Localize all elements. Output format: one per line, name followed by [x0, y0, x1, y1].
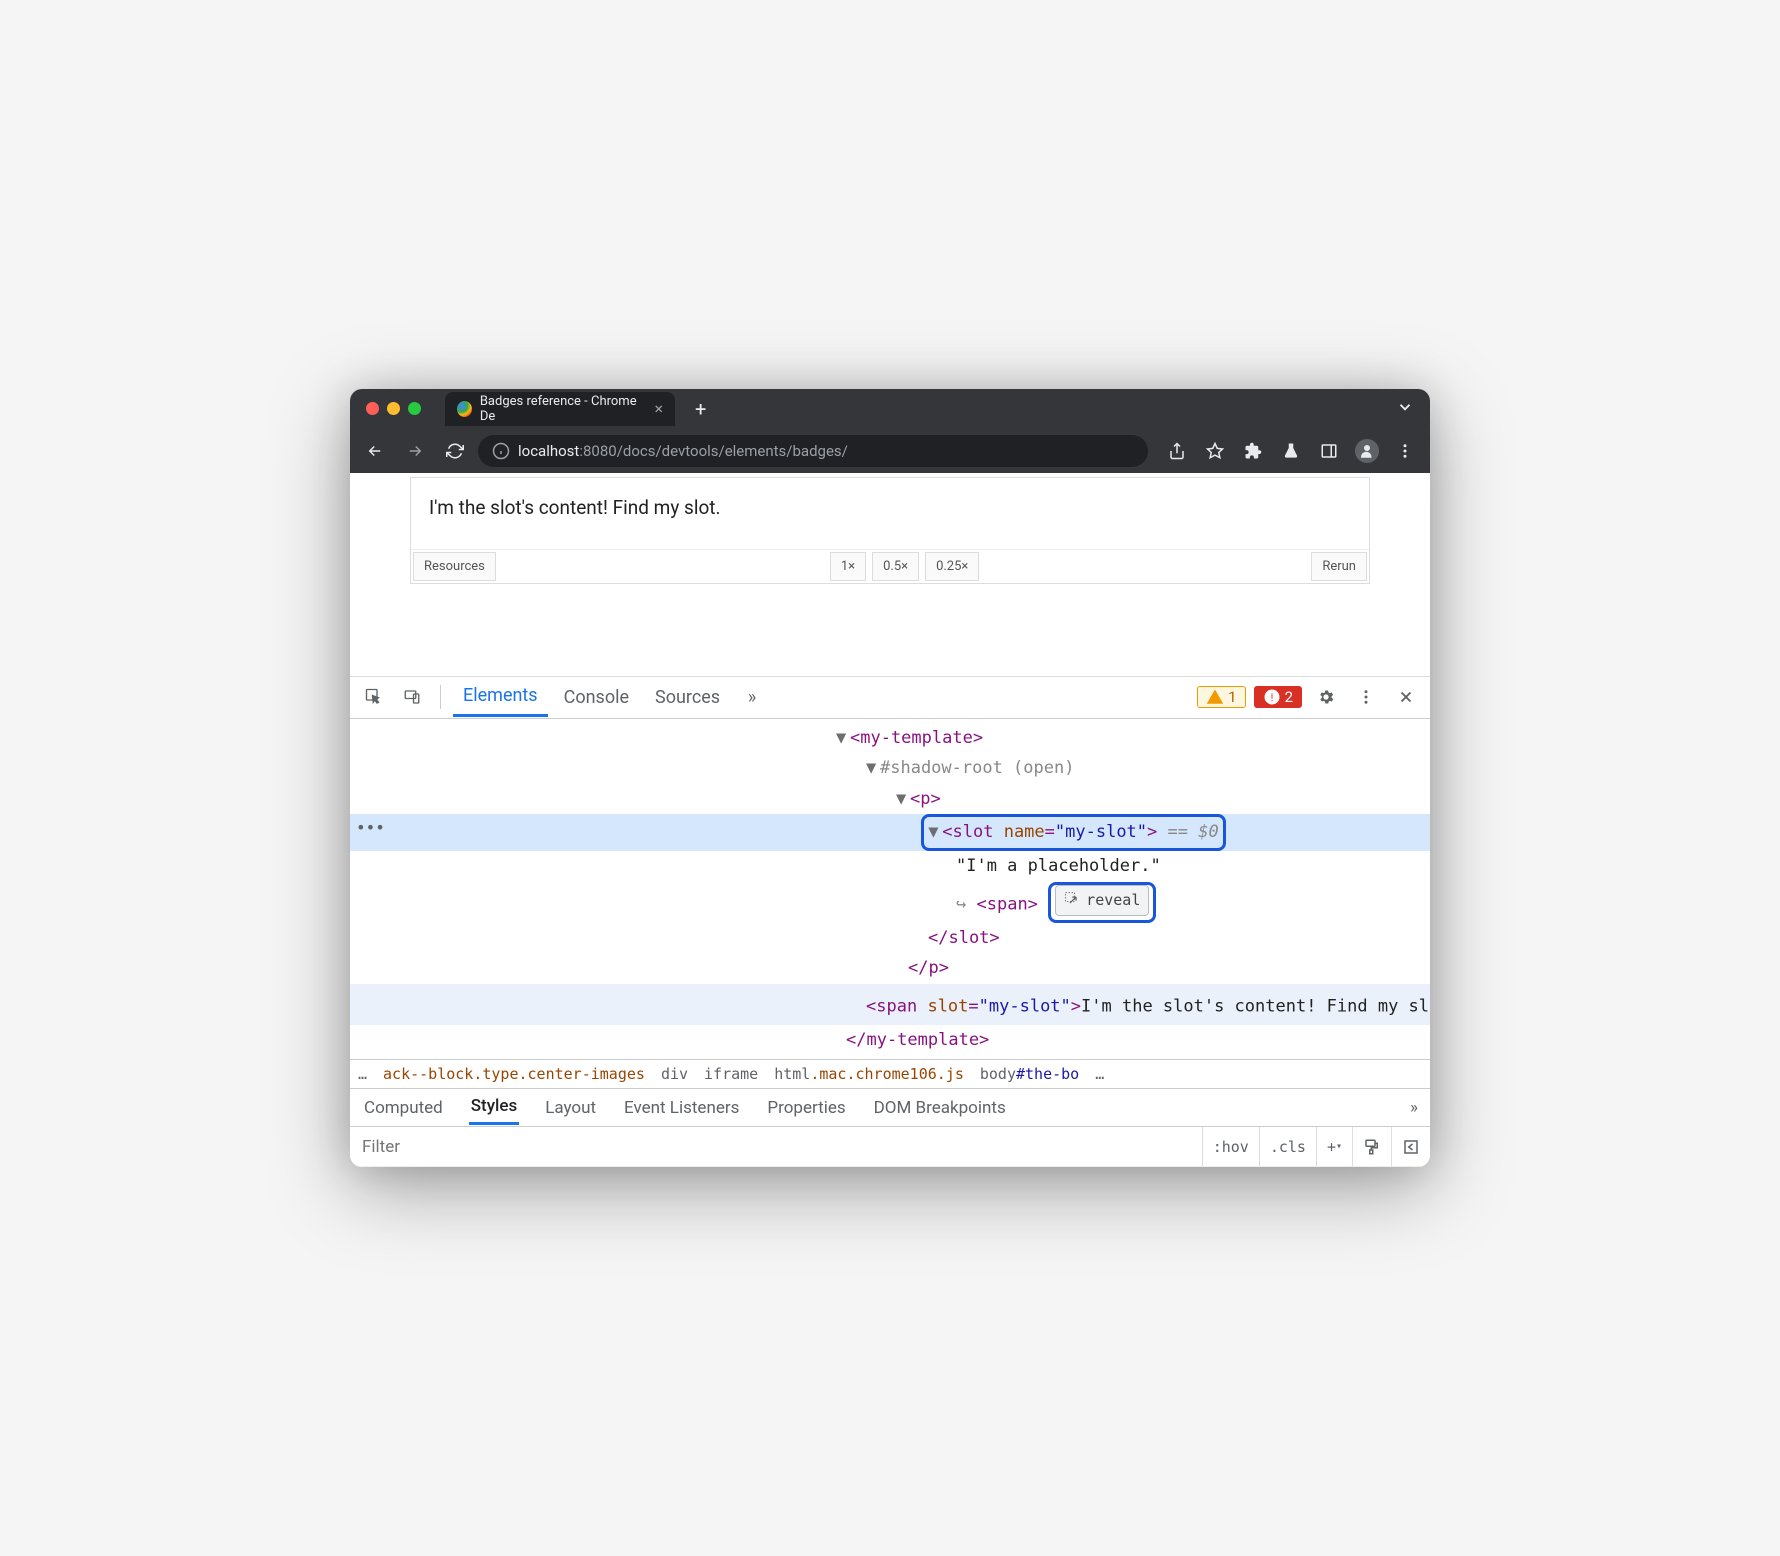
styles-controls: :hov .cls +▾: [350, 1127, 1430, 1167]
console-tab[interactable]: Console: [554, 679, 639, 716]
devtools-menu-icon[interactable]: [1350, 681, 1382, 713]
expand-arrow-icon[interactable]: ▼: [896, 784, 910, 815]
zoom-05x-button[interactable]: 0.5×: [872, 552, 919, 581]
resources-button[interactable]: Resources: [413, 552, 496, 581]
maximize-window-button[interactable]: [408, 402, 421, 415]
dom-node[interactable]: ▼<p>: [350, 784, 1430, 815]
info-icon: [492, 442, 510, 460]
collapse-icon[interactable]: [1391, 1127, 1430, 1166]
event-listeners-tab[interactable]: Event Listeners: [622, 1092, 741, 1124]
demo-controls: Resources 1× 0.5× 0.25× Rerun: [411, 549, 1369, 583]
dom-breakpoints-tab[interactable]: DOM Breakpoints: [872, 1092, 1008, 1124]
breadcrumb-item[interactable]: div: [661, 1065, 688, 1083]
bookmark-icon[interactable]: [1198, 434, 1232, 468]
dom-node[interactable]: </p>: [350, 953, 1430, 984]
forward-button[interactable]: [398, 434, 432, 468]
browser-toolbar: localhost:8080/docs/devtools/elements/ba…: [350, 429, 1430, 473]
breadcrumb-item[interactable]: html.mac.chrome106.js: [774, 1065, 964, 1083]
warnings-badge[interactable]: 1: [1197, 686, 1245, 708]
layout-tab[interactable]: Layout: [543, 1092, 598, 1124]
expand-arrow-icon[interactable]: ▼: [866, 753, 880, 784]
tab-dropdown-icon[interactable]: [1396, 398, 1414, 420]
share-icon[interactable]: [1160, 434, 1194, 468]
dom-node[interactable]: ▼<my-template>: [350, 723, 1430, 754]
computed-tab[interactable]: Computed: [362, 1092, 445, 1124]
panel-icon[interactable]: [1312, 434, 1346, 468]
dom-node-selected[interactable]: ••• ▼<slot name="my-slot"> == $0: [350, 814, 1430, 851]
device-toggle-icon[interactable]: [396, 681, 428, 713]
devtools-close-icon[interactable]: [1390, 681, 1422, 713]
extensions-icon[interactable]: [1236, 434, 1270, 468]
dom-node[interactable]: </slot>: [350, 923, 1430, 954]
highlighted-slot-element: ▼<slot name="my-slot"> == $0: [921, 814, 1225, 851]
zoom-1x-button[interactable]: 1×: [830, 552, 866, 581]
devtools-tabbar: Elements Console Sources » 1 !2: [350, 677, 1430, 719]
more-styles-tabs-icon[interactable]: »: [1410, 1098, 1418, 1118]
dom-node[interactable]: "I'm a placeholder.": [350, 851, 1430, 882]
sources-tab[interactable]: Sources: [645, 679, 730, 716]
properties-tab[interactable]: Properties: [765, 1092, 847, 1124]
demo-box: I'm the slot's content! Find my slot. Re…: [410, 477, 1370, 584]
dom-node[interactable]: ▼#shadow-root (open): [350, 753, 1430, 784]
dom-node[interactable]: </my-template>: [350, 1025, 1430, 1056]
browser-tab[interactable]: Badges reference - Chrome De ×: [445, 392, 675, 426]
styles-filter-input[interactable]: [350, 1137, 1202, 1157]
hov-button[interactable]: :hov: [1202, 1127, 1259, 1166]
breadcrumb-item[interactable]: iframe: [704, 1065, 758, 1083]
zoom-025x-button[interactable]: 0.25×: [925, 552, 979, 581]
back-button[interactable]: [358, 434, 392, 468]
breadcrumb-ellipsis[interactable]: …: [358, 1065, 367, 1083]
traffic-lights: [366, 402, 421, 415]
page-content: I'm the slot's content! Find my slot. Re…: [350, 477, 1430, 677]
devtools-panel: Elements Console Sources » 1 !2 ▼<my-tem…: [350, 677, 1430, 1168]
breadcrumb-item[interactable]: body#the-bo: [980, 1065, 1079, 1083]
inspect-icon[interactable]: [358, 681, 390, 713]
more-tabs-icon[interactable]: »: [736, 681, 768, 713]
errors-badge[interactable]: !2: [1254, 686, 1302, 708]
close-window-button[interactable]: [366, 402, 379, 415]
breadcrumb-ellipsis[interactable]: …: [1095, 1065, 1104, 1083]
labs-icon[interactable]: [1274, 434, 1308, 468]
new-rule-button[interactable]: +▾: [1316, 1127, 1352, 1166]
new-tab-button[interactable]: +: [695, 397, 706, 421]
url-text: localhost:8080/docs/devtools/elements/ba…: [518, 442, 848, 460]
breadcrumb-item[interactable]: ack--block.type.center-images: [383, 1065, 645, 1083]
reveal-badge[interactable]: reveal: [1055, 885, 1149, 916]
dom-node[interactable]: <span slot="my-slot">I'm the slot's cont…: [350, 984, 1430, 1025]
slot-content-text: I'm the slot's content! Find my slot.: [411, 478, 1369, 549]
elements-tab[interactable]: Elements: [453, 677, 548, 717]
minimize-window-button[interactable]: [387, 402, 400, 415]
dom-node[interactable]: ↪ <span> reveal: [350, 882, 1430, 923]
titlebar: Badges reference - Chrome De × +: [350, 389, 1430, 429]
cls-button[interactable]: .cls: [1259, 1127, 1316, 1166]
profile-avatar[interactable]: [1350, 434, 1384, 468]
reload-button[interactable]: [438, 434, 472, 468]
expand-arrow-icon[interactable]: ▼: [928, 817, 942, 848]
menu-icon[interactable]: [1388, 434, 1422, 468]
tab-title: Badges reference - Chrome De: [480, 394, 643, 424]
address-bar[interactable]: localhost:8080/docs/devtools/elements/ba…: [478, 435, 1148, 467]
styles-tab[interactable]: Styles: [469, 1090, 519, 1125]
expand-arrow-icon[interactable]: ▼: [836, 723, 850, 754]
dom-tree[interactable]: ▼<my-template> ▼#shadow-root (open) ▼<p>…: [350, 719, 1430, 1060]
tab-close-icon[interactable]: ×: [654, 399, 663, 418]
dom-breadcrumb[interactable]: … ack--block.type.center-images div ifra…: [350, 1059, 1430, 1089]
chrome-favicon-icon: [457, 401, 472, 417]
svg-text:!: !: [1270, 691, 1273, 704]
selection-dots-icon: •••: [356, 814, 385, 843]
rerun-button[interactable]: Rerun: [1311, 552, 1367, 581]
browser-window: Badges reference - Chrome De × + localho…: [350, 389, 1430, 1168]
settings-icon[interactable]: [1310, 681, 1342, 713]
toolbar-right-icons: [1160, 434, 1422, 468]
styles-tabbar: Computed Styles Layout Event Listeners P…: [350, 1089, 1430, 1127]
paint-icon[interactable]: [1352, 1127, 1391, 1166]
